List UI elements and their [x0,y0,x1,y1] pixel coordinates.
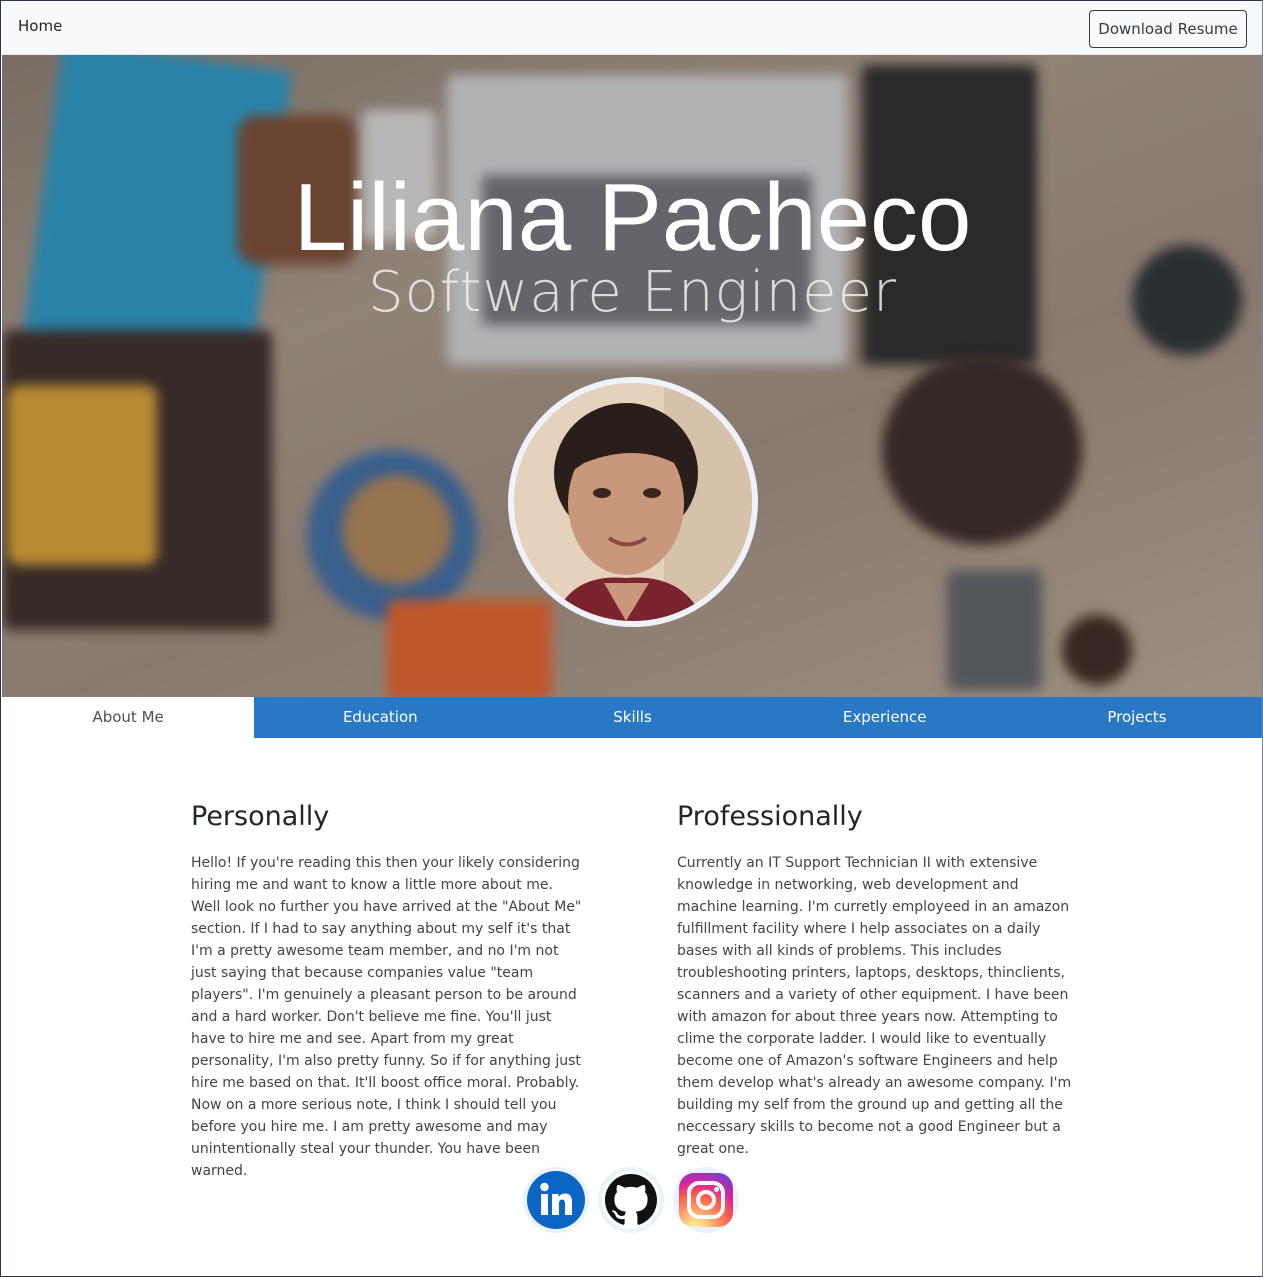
instagram-icon [679,1173,733,1227]
tab-education[interactable]: Education [254,697,506,738]
professionally-heading: Professionally [677,801,863,832]
tab-about-me[interactable]: About Me [2,697,255,738]
linkedin-icon [527,1171,585,1229]
profile-avatar [508,377,758,627]
instagram-link[interactable] [673,1167,739,1233]
home-link[interactable]: Home [18,17,62,35]
linkedin-link[interactable] [523,1167,589,1233]
page-frame: Home Download Resume Liliana Pacheco Sof… [0,0,1263,1277]
professionally-section: Professionally Currently an IT Support T… [677,801,1072,1160]
tab-skills[interactable]: Skills [506,697,758,738]
github-link[interactable] [598,1167,664,1233]
hero-name: Liliana Pacheco [293,164,972,271]
github-icon [602,1171,660,1229]
personally-heading: Personally [191,801,330,832]
hero-job-title: Software Engineer [367,260,898,325]
professionally-text: Currently an IT Support Technician II wi… [677,855,1072,1157]
top-navbar: Home Download Resume [2,2,1262,55]
personally-section: Personally Hello! If you're reading this… [191,801,586,1182]
profile-photo-illustration [514,383,752,621]
hero-banner: Liliana Pacheco Software Engineer [2,55,1262,697]
personally-text: Hello! If you're reading this then your … [191,855,582,1179]
social-links [523,1167,739,1233]
tab-projects[interactable]: Projects [1011,697,1262,738]
section-tabs: About Me Education Skills Experience Pro… [2,697,1262,738]
tab-experience[interactable]: Experience [759,697,1011,738]
download-resume-button[interactable]: Download Resume [1089,10,1247,48]
